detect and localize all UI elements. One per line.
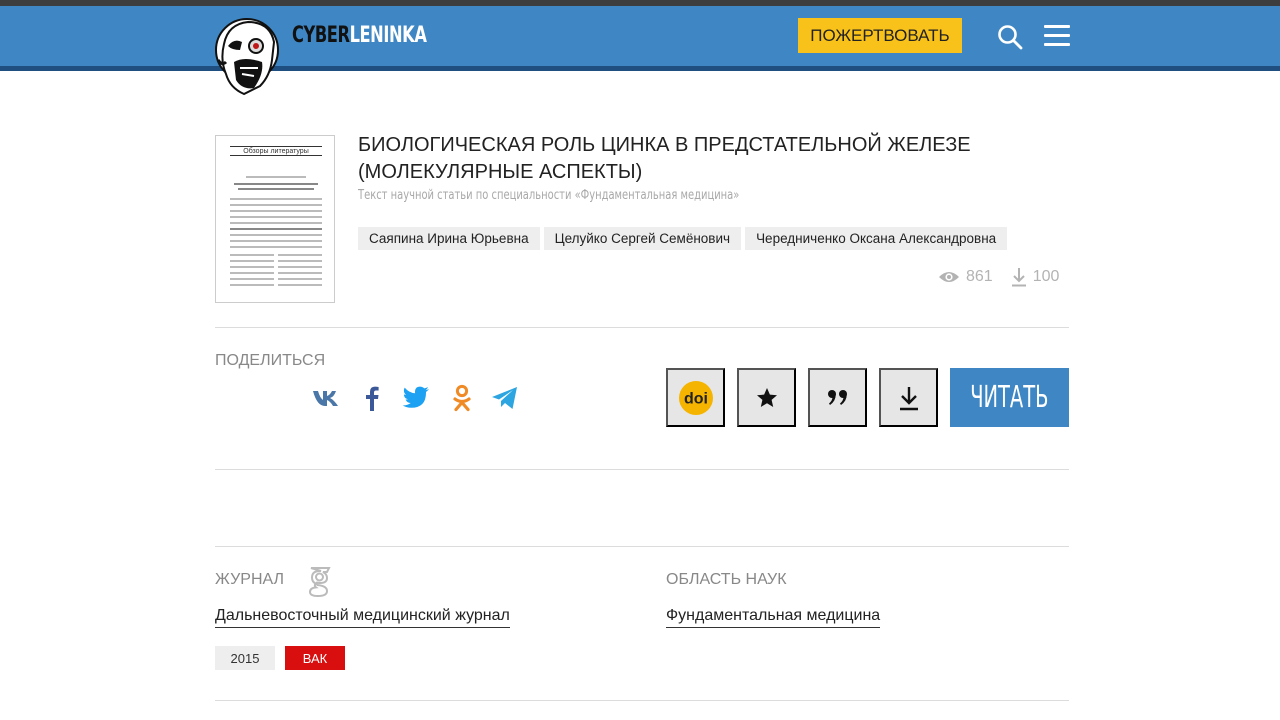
article-stats: 861 100	[938, 267, 1059, 287]
download-button[interactable]	[879, 368, 938, 427]
thumbnail-line	[230, 204, 322, 206]
thumbnail-line	[278, 266, 322, 268]
telegram-icon[interactable]	[491, 384, 519, 412]
thumbnail-line	[230, 234, 322, 236]
field-link[interactable]: Фундаментальная медицина	[666, 607, 881, 628]
google-scholar-icon[interactable]	[307, 565, 333, 597]
search-icon[interactable]	[997, 24, 1023, 50]
views-count: 861	[966, 268, 993, 285]
thumbnail-line	[230, 278, 274, 280]
year-badge: 2015	[215, 646, 275, 670]
download-icon	[899, 386, 918, 410]
thumbnail-line	[278, 284, 322, 286]
thumbnail-line	[230, 284, 274, 286]
star-icon	[756, 387, 777, 407]
divider	[215, 327, 1069, 328]
logo-part-cyber: CYBER	[292, 23, 350, 48]
header-bar	[0, 6, 1280, 66]
doi-button[interactable]: doi	[666, 368, 725, 427]
vak-badge[interactable]: ВАК	[285, 646, 345, 670]
thumbnail-line	[230, 216, 322, 218]
read-button-label: ЧИТАТЬ	[970, 380, 1049, 415]
thumbnail-line	[278, 272, 322, 274]
thumbnail-line	[278, 260, 322, 262]
article-thumbnail[interactable]: Обзоры литературы	[215, 135, 335, 303]
divider	[215, 469, 1069, 470]
thumbnail-line	[230, 210, 322, 212]
thumbnail-line	[230, 266, 274, 268]
thumbnail-line	[230, 198, 322, 200]
vk-icon[interactable]	[312, 384, 340, 412]
thumbnail-section-header: Обзоры литературы	[230, 146, 322, 156]
article-subtitle: Текст научной статьи по специальности «Ф…	[358, 188, 740, 203]
field-label: ОБЛАСТЬ НАУК	[666, 571, 787, 588]
thumbnail-line	[278, 278, 322, 280]
thumbnail-line	[246, 176, 306, 178]
thumbnail-line	[230, 222, 322, 224]
header-bottom-strip	[0, 66, 1280, 71]
thumbnail-line	[230, 246, 322, 248]
share-label: ПОДЕЛИТЬСЯ	[215, 352, 326, 369]
hamburger-menu-icon[interactable]	[1044, 25, 1070, 47]
thumbnail-line	[238, 188, 314, 190]
thumbnail-line	[278, 254, 322, 256]
thumbnail-line	[230, 240, 322, 242]
article-title: БИОЛОГИЧЕСКАЯ РОЛЬ ЦИНКА В ПРЕДСТАТЕЛЬНО…	[358, 134, 971, 183]
journal-label: ЖУРНАЛ	[215, 571, 285, 588]
author-tag[interactable]: Чередниченко Оксана Александровна	[745, 227, 1008, 250]
site-logo-text[interactable]: CYBERLENINKA	[292, 23, 427, 48]
doi-icon: doi	[678, 380, 713, 415]
odnoklassniki-icon[interactable]	[448, 384, 476, 412]
twitter-icon[interactable]	[402, 384, 430, 412]
download-count-icon	[1011, 268, 1026, 287]
divider	[215, 700, 1069, 701]
journal-link[interactable]: Дальневосточный медицинский журнал	[215, 607, 510, 628]
read-button[interactable]: ЧИТАТЬ	[950, 368, 1069, 427]
donate-button[interactable]: ПОЖЕРТВОВАТЬ	[798, 18, 962, 53]
thumbnail-line	[230, 254, 274, 256]
cite-button[interactable]	[808, 368, 867, 427]
author-tag[interactable]: Целуйко Сергей Семёнович	[543, 227, 742, 250]
eye-icon	[939, 272, 959, 282]
thumbnail-line	[230, 272, 274, 274]
favorite-button[interactable]	[737, 368, 796, 427]
lenin-logo-icon[interactable]	[214, 16, 280, 96]
thumbnail-line	[234, 183, 318, 185]
thumbnail-line	[230, 260, 274, 262]
author-tag[interactable]: Саяпина Ирина Юрьевна	[358, 227, 540, 250]
divider	[215, 546, 1069, 547]
facebook-icon[interactable]	[358, 384, 386, 412]
downloads-count: 100	[1032, 268, 1060, 285]
thumbnail-line	[230, 228, 322, 230]
doi-text: doi	[684, 390, 708, 407]
logo-part-leninka: LENINKA	[349, 23, 427, 48]
authors-list: Саяпина Ирина Юрьевна Целуйко Сергей Сем…	[358, 227, 1008, 250]
quote-icon	[827, 389, 847, 405]
